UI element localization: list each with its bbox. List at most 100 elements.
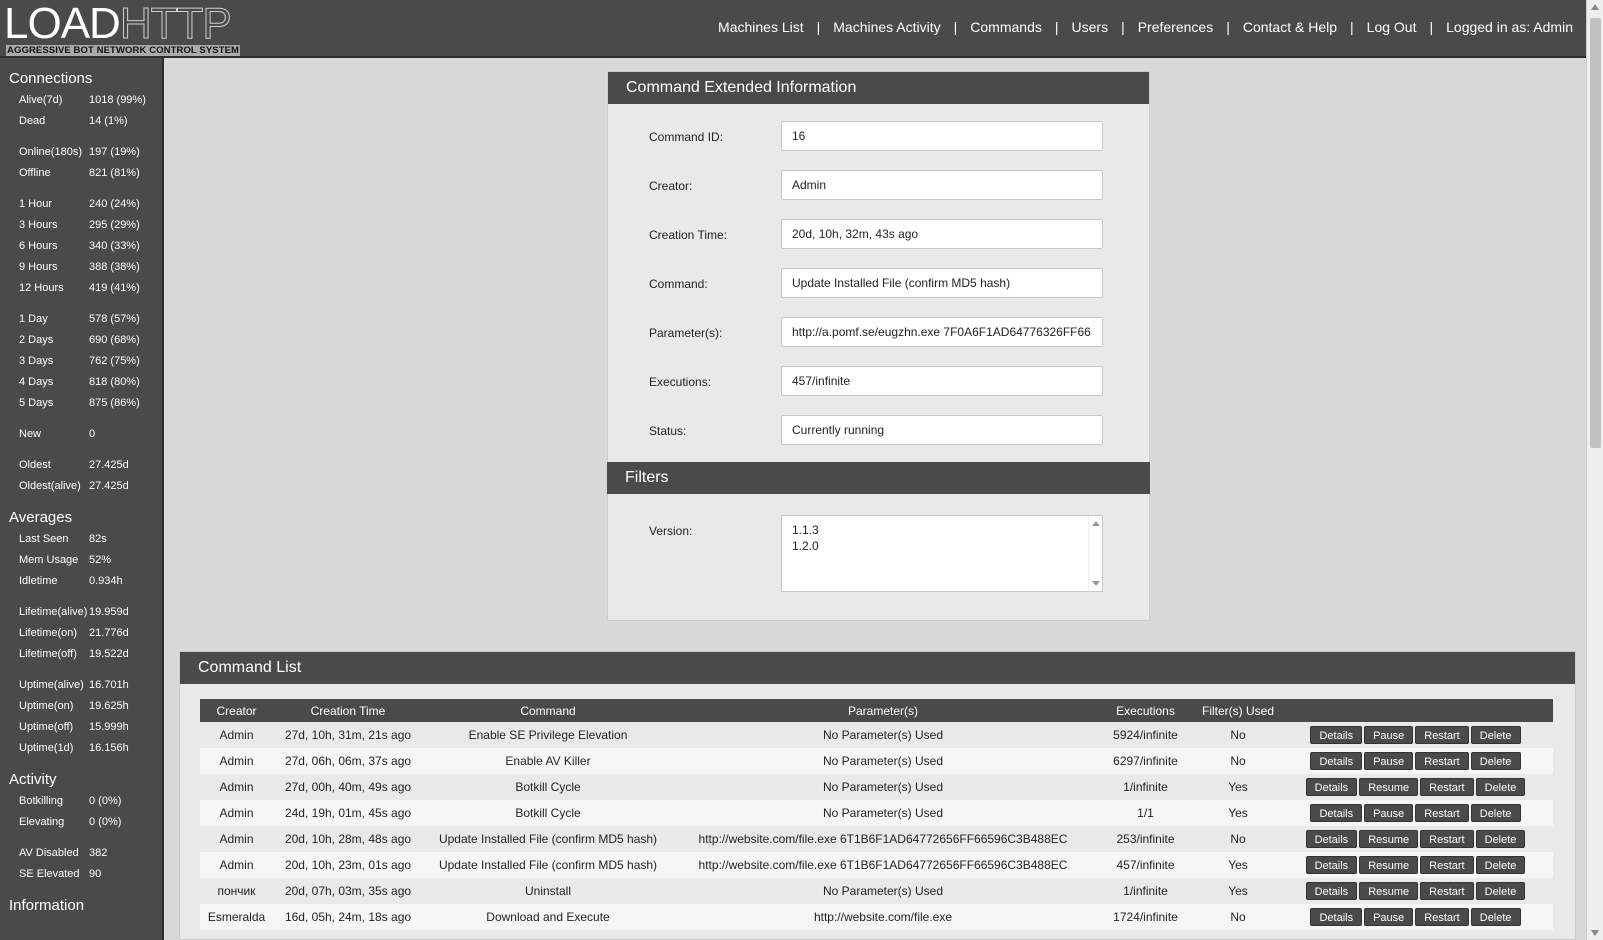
version-options: 1.1.3 1.2.0 bbox=[792, 522, 1092, 554]
stat-value: 90 bbox=[89, 868, 102, 880]
pause-button[interactable]: Pause bbox=[1364, 752, 1414, 770]
scroll-down-arrow-icon[interactable] bbox=[1591, 930, 1599, 936]
scrollbar-thumb[interactable] bbox=[1590, 18, 1601, 448]
field-row-creator: Creator: Admin bbox=[608, 170, 1149, 200]
details-button[interactable]: Details bbox=[1310, 804, 1363, 822]
scroll-down-icon[interactable] bbox=[1092, 581, 1100, 586]
stat-label: 3 Hours bbox=[19, 219, 58, 231]
delete-button[interactable]: Delete bbox=[1475, 882, 1526, 900]
details-button[interactable]: Details bbox=[1310, 726, 1363, 744]
stat-label: Oldest bbox=[19, 459, 51, 471]
top-bar: LOADHTTP AGGRESSIVE BOT NETWORK CONTROL … bbox=[0, 0, 1603, 58]
delete-button[interactable]: Delete bbox=[1470, 726, 1521, 744]
scroll-up-arrow-icon[interactable] bbox=[1591, 4, 1599, 10]
delete-button[interactable]: Delete bbox=[1475, 830, 1526, 848]
stat-label: 5 Days bbox=[19, 397, 54, 409]
delete-button[interactable]: Delete bbox=[1475, 856, 1526, 874]
restart-button[interactable]: Restart bbox=[1415, 804, 1469, 822]
cell-actions: Details Pause Restart Delete bbox=[1278, 800, 1553, 826]
pause-button[interactable]: Pause bbox=[1364, 804, 1414, 822]
resume-button[interactable]: Resume bbox=[1359, 778, 1419, 796]
cell-filters: Yes bbox=[1198, 800, 1278, 826]
delete-button[interactable]: Delete bbox=[1470, 752, 1521, 770]
command-list-panel: Command List Creator Creation Time Command… bbox=[179, 651, 1576, 940]
field-input-command-id[interactable]: 16 bbox=[781, 121, 1103, 151]
cell-creator: Admin bbox=[200, 748, 273, 774]
cell-actions: Details Pause Restart Delete bbox=[1278, 722, 1553, 748]
nav-separator: | bbox=[1226, 19, 1230, 35]
nav-machines-activity[interactable]: Machines Activity bbox=[833, 19, 940, 35]
column-header-executions: Executions bbox=[1093, 699, 1198, 722]
nav-log-out[interactable]: Log Out bbox=[1367, 19, 1417, 35]
delete-button[interactable]: Delete bbox=[1470, 804, 1521, 822]
details-button[interactable]: Details bbox=[1310, 752, 1363, 770]
field-input-command[interactable]: Update Installed File (confirm MD5 hash) bbox=[781, 268, 1103, 298]
stat-value: 19.522d bbox=[89, 648, 129, 660]
delete-button[interactable]: Delete bbox=[1470, 908, 1521, 926]
logo-part2: HTTP bbox=[119, 0, 232, 48]
restart-button[interactable]: Restart bbox=[1420, 882, 1474, 900]
cell-actions: Details Resume Restart Delete bbox=[1278, 878, 1553, 904]
nav-commands[interactable]: Commands bbox=[970, 19, 1042, 35]
details-button[interactable]: Details bbox=[1305, 778, 1358, 796]
stat-value: 0 bbox=[89, 428, 96, 440]
restart-button[interactable]: Restart bbox=[1415, 726, 1469, 744]
restart-button[interactable]: Restart bbox=[1415, 752, 1469, 770]
sidebar-stat-oldest: Oldest 27.425d bbox=[0, 455, 162, 476]
delete-button[interactable]: Delete bbox=[1475, 778, 1526, 796]
stat-label: 4 Days bbox=[19, 376, 54, 388]
details-button[interactable]: Details bbox=[1305, 830, 1358, 848]
details-button[interactable]: Details bbox=[1305, 856, 1358, 874]
table-row: Admin 20d, 10h, 28m, 48s ago Update Instal… bbox=[200, 826, 1553, 852]
page-scrollbar[interactable] bbox=[1586, 0, 1603, 940]
resume-button[interactable]: Resume bbox=[1359, 830, 1419, 848]
field-input-creation-time[interactable]: 20d, 10h, 32m, 43s ago bbox=[781, 219, 1103, 249]
column-header-command: Command bbox=[423, 699, 673, 722]
cell-command: Uninstall bbox=[423, 878, 673, 904]
resume-button[interactable]: Resume bbox=[1359, 856, 1419, 874]
stat-value: 16.701h bbox=[89, 679, 129, 691]
pause-button[interactable]: Pause bbox=[1364, 908, 1414, 926]
nav-machines-list[interactable]: Machines List bbox=[718, 19, 804, 35]
version-scrollbar[interactable] bbox=[1088, 516, 1102, 591]
sidebar-stat-last-seen: Last Seen 82s bbox=[0, 529, 162, 550]
field-input-executions[interactable]: 457/infinite bbox=[781, 366, 1103, 396]
stat-label: 9 Hours bbox=[19, 261, 58, 273]
nav-preferences[interactable]: Preferences bbox=[1138, 19, 1213, 35]
version-label: Version: bbox=[649, 524, 693, 538]
nav-contact-help[interactable]: Contact & Help bbox=[1243, 19, 1337, 35]
cell-exec: 1724/infinite bbox=[1093, 904, 1198, 930]
details-button[interactable]: Details bbox=[1310, 908, 1363, 926]
restart-button[interactable]: Restart bbox=[1420, 830, 1474, 848]
sidebar-stat-1-hour: 1 Hour 240 (24%) bbox=[0, 194, 162, 215]
field-input-creator[interactable]: Admin bbox=[781, 170, 1103, 200]
main-nav: Machines List | Machines Activity | Commands… bbox=[718, 19, 1573, 35]
nav-separator: | bbox=[1054, 19, 1059, 35]
field-input-status[interactable]: Currently running bbox=[781, 415, 1103, 445]
field-label: Parameter(s): bbox=[649, 326, 723, 340]
cell-params: No Parameter(s) Used bbox=[673, 774, 1093, 800]
nav-users[interactable]: Users bbox=[1072, 19, 1109, 35]
resume-button[interactable]: Resume bbox=[1359, 882, 1419, 900]
cell-exec: 5924/infinite bbox=[1093, 722, 1198, 748]
version-option[interactable]: 1.2.0 bbox=[792, 538, 1092, 554]
stat-label: 6 Hours bbox=[19, 240, 58, 252]
restart-button[interactable]: Restart bbox=[1420, 778, 1474, 796]
pause-button[interactable]: Pause bbox=[1364, 726, 1414, 744]
version-option[interactable]: 1.1.3 bbox=[792, 522, 1092, 538]
stat-value: 82s bbox=[89, 533, 107, 545]
version-listbox[interactable]: 1.1.3 1.2.0 bbox=[781, 515, 1103, 592]
field-input-parameter-s[interactable]: http://a.pomf.se/eugzhn.exe 7F0A6F1AD647… bbox=[781, 317, 1103, 347]
cell-creator: Esmeralda bbox=[200, 904, 273, 930]
stat-label: Lifetime(off) bbox=[19, 648, 77, 660]
sidebar-stat-6-hours: 6 Hours 340 (33%) bbox=[0, 236, 162, 257]
cell-creator: Admin bbox=[200, 852, 273, 878]
details-button[interactable]: Details bbox=[1305, 882, 1358, 900]
scroll-up-icon[interactable] bbox=[1092, 521, 1100, 526]
restart-button[interactable]: Restart bbox=[1415, 908, 1469, 926]
cell-command: Update Installed File (confirm MD5 hash) bbox=[423, 852, 673, 878]
restart-button[interactable]: Restart bbox=[1420, 856, 1474, 874]
sidebar-stat-alive-7d: Alive(7d) 1018 (99%) bbox=[0, 90, 162, 111]
